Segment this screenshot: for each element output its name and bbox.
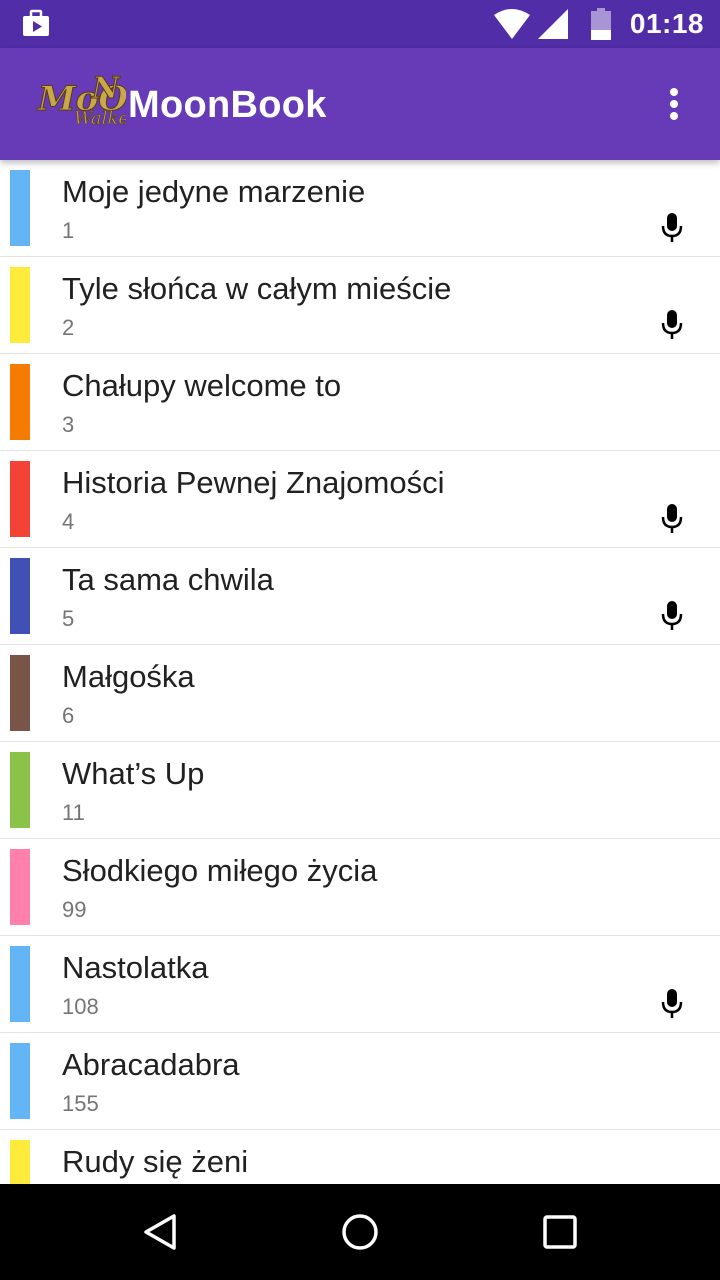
song-number: 108 [62,994,99,1019]
song-row[interactable]: Małgośka 6 [0,645,720,742]
microphone-icon[interactable] [660,309,684,341]
song-title: Chałupy welcome to [62,368,342,403]
song-row[interactable]: Moje jedyne marzenie 1 [0,160,720,257]
song-number: 2 [62,315,75,340]
song-row[interactable]: Nastolatka 108 [0,936,720,1033]
microphone-icon[interactable] [660,988,684,1020]
battery-icon [590,8,611,40]
song-color-tag [10,946,30,1022]
song-title: Nastolatka [62,950,209,985]
svg-text:N: N [91,71,121,106]
song-list[interactable]: Moje jedyne marzenie 1 Tyle słońca w całym… [0,160,720,1184]
clock: 01:18 [629,8,704,39]
song-title: What’s Up [62,756,205,791]
microphone-icon[interactable] [660,503,684,535]
song-title: Moje jedyne marzenie [62,174,366,209]
recent-apps-icon[interactable] [540,1212,580,1252]
song-color-tag [10,170,30,246]
back-icon[interactable] [140,1212,180,1252]
song-number: 4 [62,509,75,534]
app-title: MoonBook [128,84,327,126]
song-row[interactable]: Tyle słońca w całym mieście 2 [0,257,720,354]
song-color-tag [10,655,30,731]
more-vert-icon[interactable] [658,86,690,122]
song-color-tag [10,849,30,925]
song-color-tag [10,1043,30,1119]
song-color-tag [10,364,30,440]
song-color-tag [10,267,30,343]
song-number: 6 [62,703,75,728]
song-title: Tyle słońca w całym mieście [62,271,452,306]
wifi-icon [493,9,530,39]
song-number: 1 [62,218,75,243]
song-title: Historia Pewnej Znajomości [62,465,445,500]
song-number: 155 [62,1091,99,1116]
song-color-tag [10,461,30,537]
microphone-icon[interactable] [660,600,684,632]
app-logo: MoO N Walker [37,71,127,130]
home-icon[interactable] [340,1212,380,1252]
song-number: 3 [62,412,75,437]
song-row[interactable]: Chałupy welcome to 3 [0,354,720,451]
song-color-tag [10,1140,30,1184]
app-bar: MoO N Walker MoonBook [0,48,720,160]
song-row[interactable]: Słodkiego miłego życia 99 [0,839,720,936]
notification-bag-icon [23,9,49,36]
signal-icon [537,9,568,39]
svg-text:Walker: Walker [74,108,126,129]
navigation-bar [0,1184,720,1280]
song-number: 99 [62,897,87,922]
song-number: 11 [62,800,85,825]
song-color-tag [10,558,30,634]
song-row[interactable]: Historia Pewnej Znajomości 4 [0,451,720,548]
song-color-tag [10,752,30,828]
status-bar: 01:18 [0,0,720,48]
song-row[interactable]: What’s Up 11 [0,742,720,839]
song-row[interactable]: Abracadabra 155 [0,1033,720,1130]
song-title: Małgośka [62,659,195,694]
song-title: Rudy się żeni [62,1144,249,1179]
song-title: Słodkiego miłego życia [62,853,378,888]
microphone-icon[interactable] [660,212,684,244]
song-title: Abracadabra [62,1047,240,1082]
song-row[interactable]: Rudy się żeni [0,1130,720,1184]
song-title: Ta sama chwila [62,562,274,597]
song-number: 5 [62,606,75,631]
song-row[interactable]: Ta sama chwila 5 [0,548,720,645]
